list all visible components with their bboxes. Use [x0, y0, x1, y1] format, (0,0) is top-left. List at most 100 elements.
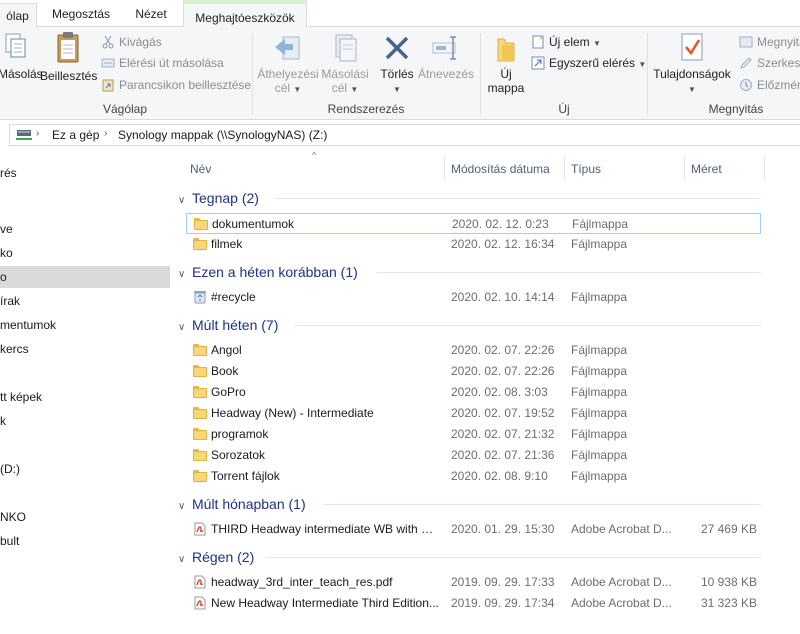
- copy-path-button[interactable]: Elérési út másolása: [101, 53, 224, 73]
- nav-item[interactable]: NKO: [0, 506, 170, 528]
- tab-drive-tools[interactable]: Meghajtóeszközök: [183, 0, 307, 27]
- address-field[interactable]: › Ez a gép › Synology mappak (\\Synology…: [9, 124, 800, 146]
- file-type: Fájlmappa: [571, 364, 628, 378]
- list-item[interactable]: Sorozatok 2020. 02. 07. 21:36 Fájlmappa: [186, 445, 761, 466]
- move-to-icon: [275, 36, 300, 60]
- file-name: New Headway Intermediate Third Edition..…: [211, 596, 439, 610]
- column-divider[interactable]: [684, 155, 685, 181]
- group-separator: [480, 33, 481, 115]
- paste-button[interactable]: Beillesztés: [40, 31, 98, 83]
- file-date: 2020. 02. 07. 21:32: [451, 427, 555, 441]
- delete-button[interactable]: Törlés ▼: [377, 31, 417, 97]
- new-item-button[interactable]: Új elem ▼: [531, 32, 601, 52]
- list-item[interactable]: headway_3rd_inter_teach_res.pdf 2019. 09…: [186, 572, 761, 593]
- group-label-clipboard: Vágólap: [102, 102, 148, 116]
- column-header-modified[interactable]: Módosítás dátuma: [451, 160, 563, 178]
- column-divider[interactable]: [444, 155, 445, 181]
- folder-icon: [193, 448, 207, 462]
- collapse-chevron-icon: ∨: [178, 195, 186, 206]
- file-type: Fájlmappa: [571, 237, 628, 251]
- copy-label: Másolás: [0, 67, 43, 81]
- tab-view[interactable]: Nézet: [122, 2, 180, 27]
- dropdown-caret-icon: ▼: [593, 39, 601, 48]
- new-folder-button[interactable]: Új mappa: [484, 31, 528, 95]
- list-item[interactable]: Angol 2020. 02. 07. 22:26 Fájlmappa: [186, 340, 761, 361]
- delete-x-icon: [385, 36, 409, 60]
- list-item[interactable]: Torrent fájlok 2020. 02. 08. 9:10 Fájlma…: [186, 466, 761, 487]
- nav-item-selected[interactable]: o: [0, 266, 170, 288]
- list-item[interactable]: dokumentumok 2020. 02. 12. 0:23 Fájlmapp…: [186, 213, 761, 234]
- file-type: Fájlmappa: [571, 385, 628, 399]
- paste-label: Beillesztés: [40, 69, 98, 83]
- nav-item[interactable]: kercs: [0, 338, 170, 360]
- file-date: 2020. 02. 08. 9:10: [451, 469, 548, 483]
- nav-item[interactable]: ko: [0, 242, 170, 264]
- column-header-name[interactable]: Név: [190, 160, 440, 178]
- list-item[interactable]: Book 2020. 02. 07. 22:26 Fájlmappa: [186, 361, 761, 382]
- copy-button[interactable]: Másolás: [0, 31, 43, 81]
- cut-button[interactable]: Kivágás: [101, 32, 162, 52]
- file-date: 2020. 02. 08. 3:03: [451, 385, 548, 399]
- tab-home[interactable]: ólap: [0, 3, 37, 28]
- group-header-earlier-this-week[interactable]: ∨ Ezen a héten korábban (1): [178, 262, 358, 282]
- clipboard-icon: [57, 32, 79, 63]
- cut-label: Kivágás: [119, 35, 162, 49]
- edit-label: Szerkesztés: [757, 56, 800, 70]
- list-item[interactable]: THIRD Headway intermediate WB with ke...…: [186, 519, 761, 540]
- list-item[interactable]: #recycle 2020. 02. 10. 14:14 Fájlmappa: [186, 287, 761, 308]
- breadcrumb-synology-drive[interactable]: Synology mappak (\\SynologyNAS) (Z:): [118, 128, 327, 142]
- group-label-new: Új: [558, 102, 570, 116]
- copy-icon: [5, 33, 26, 58]
- navigation-pane: rés ve ko o írak mentumok kercs tt képek…: [0, 150, 170, 634]
- group-header-yesterday[interactable]: ∨ Tegnap (2): [178, 188, 259, 208]
- rename-button[interactable]: Átnevezés: [418, 31, 474, 81]
- column-header-size[interactable]: Méret: [691, 160, 761, 178]
- nav-item[interactable]: ve: [0, 218, 170, 240]
- nav-item[interactable]: mentumok: [0, 314, 170, 336]
- group-header-last-month[interactable]: ∨ Múlt hónapban (1): [178, 494, 306, 514]
- list-item[interactable]: New Headway Intermediate Third Edition..…: [186, 593, 761, 614]
- rename-icon: [432, 36, 456, 60]
- folder-icon: [193, 364, 207, 378]
- history-button[interactable]: Előzmények: [739, 75, 800, 95]
- edit-button[interactable]: Szerkesztés: [739, 53, 800, 73]
- copy-to-label-line2: cél: [331, 81, 348, 95]
- column-divider[interactable]: [764, 155, 765, 181]
- ribbon: Másolás Beillesztés Kivágás Elérési út m…: [0, 27, 800, 120]
- file-size: 27 469 KB: [700, 522, 757, 536]
- file-name: Book: [211, 364, 239, 378]
- open-button[interactable]: Megnyitás: [739, 32, 800, 52]
- nav-item[interactable]: tt képek: [0, 386, 170, 408]
- breadcrumb-this-pc[interactable]: Ez a gép: [52, 128, 99, 142]
- group-title: Tegnap (2): [192, 190, 259, 206]
- nav-item[interactable]: (D:): [0, 458, 170, 480]
- column-divider[interactable]: [564, 155, 565, 181]
- folder-icon: [193, 385, 207, 399]
- properties-button[interactable]: Tulajdonságok ▼: [651, 31, 733, 97]
- nav-item[interactable]: írak: [0, 290, 170, 312]
- nav-item[interactable]: bult: [0, 530, 170, 552]
- tab-share[interactable]: Megosztás: [40, 2, 122, 27]
- easy-access-label: Egyszerű elérés: [549, 56, 636, 70]
- pdf-file-icon: [193, 522, 207, 536]
- list-item[interactable]: programok 2020. 02. 07. 21:32 Fájlmappa: [186, 424, 761, 445]
- file-name: #recycle: [211, 290, 256, 304]
- file-type: Fájlmappa: [571, 406, 628, 420]
- nav-item[interactable]: rés: [0, 162, 170, 184]
- move-to-button[interactable]: Áthelyezési cél ▼: [256, 31, 320, 97]
- paste-shortcut-button[interactable]: Parancsikon beillesztése: [101, 75, 251, 95]
- group-header-long-ago[interactable]: ∨ Régen (2): [178, 547, 254, 567]
- nav-item[interactable]: k: [0, 410, 170, 432]
- column-header-type[interactable]: Típus: [571, 160, 681, 178]
- file-type: Fájlmappa: [571, 290, 628, 304]
- list-item[interactable]: Headway (New) - Intermediate 2020. 02. 0…: [186, 403, 761, 424]
- group-header-last-week[interactable]: ∨ Múlt héten (7): [178, 315, 278, 335]
- copy-to-button[interactable]: Másolási cél ▼: [318, 31, 372, 97]
- copy-path-icon: [101, 56, 115, 70]
- list-item[interactable]: filmek 2020. 02. 12. 16:34 Fájlmappa: [186, 234, 761, 255]
- file-date: 2019. 09. 29. 17:33: [451, 575, 555, 589]
- easy-access-button[interactable]: Egyszerű elérés ▼: [531, 53, 646, 73]
- breadcrumb-chevron-icon: ›: [104, 128, 108, 139]
- list-item[interactable]: GoPro 2020. 02. 08. 3:03 Fájlmappa: [186, 382, 761, 403]
- group-divider: [274, 198, 761, 199]
